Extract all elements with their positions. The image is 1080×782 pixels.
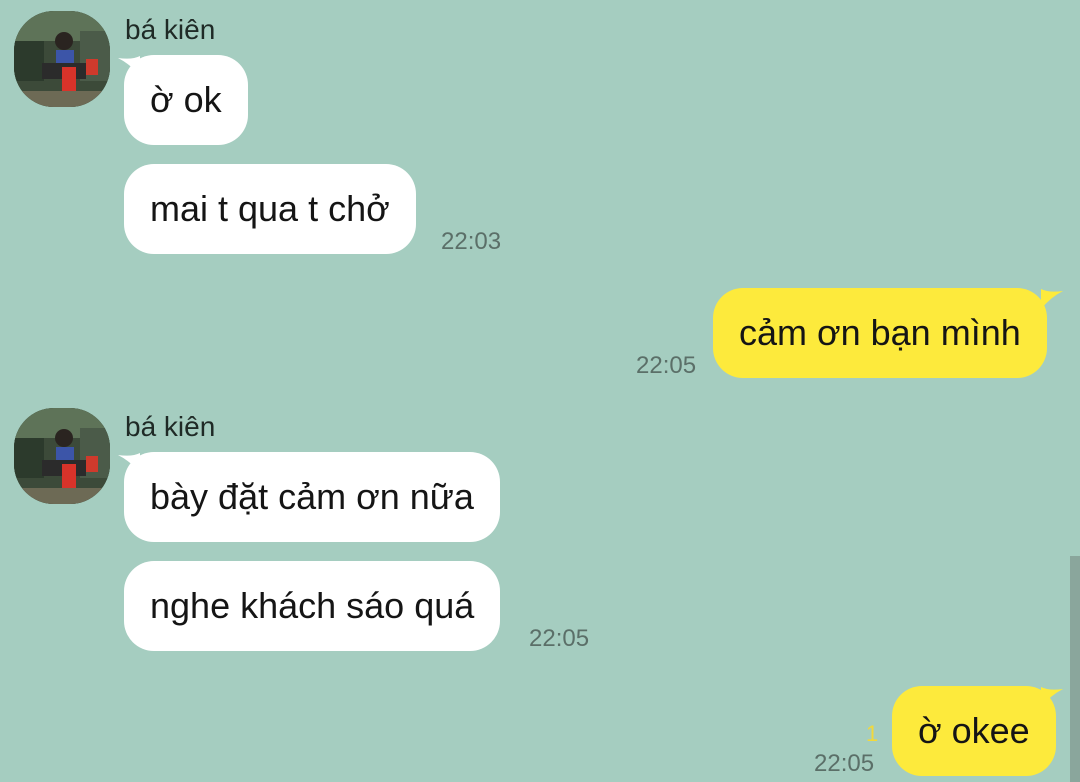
message-timestamp: 22:05 <box>814 750 875 777</box>
message-bubble[interactable]: nghe khách sáo quá <box>124 561 501 651</box>
message-bubble[interactable]: mai t qua t chở <box>124 164 416 254</box>
chat-thread: bá kiên ờ ok mai t qua t chở 22:03 cảm ơ… <box>0 0 1080 782</box>
message-timestamp: 22:03 <box>441 228 502 255</box>
message-timestamp: 22:05 <box>529 625 590 652</box>
message-bubble[interactable]: bày đặt cảm ơn nữa <box>124 452 500 542</box>
message-bubble-outgoing[interactable]: ờ okee <box>892 686 1056 776</box>
message-bubble[interactable]: ờ ok <box>124 55 248 145</box>
bubble-tail <box>1041 687 1063 707</box>
sender-name: bá kiên <box>125 411 216 442</box>
sender-avatar[interactable] <box>14 408 110 504</box>
scrollbar-thumb[interactable] <box>1070 556 1080 782</box>
sender-name: bá kiên <box>125 14 216 45</box>
message-bubble-outgoing[interactable]: cảm ơn bạn mình <box>713 288 1047 378</box>
sender-avatar[interactable] <box>14 11 110 107</box>
message-timestamp: 22:05 <box>636 352 697 379</box>
unread-count: 1 <box>866 721 879 746</box>
bubble-tail <box>1041 289 1063 309</box>
